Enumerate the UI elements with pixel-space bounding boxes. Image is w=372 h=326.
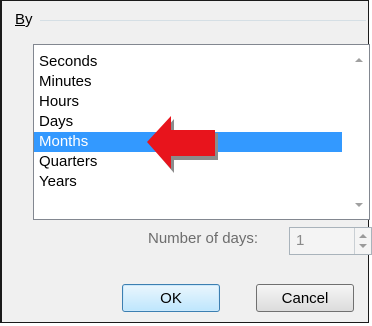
cancel-button[interactable]: Cancel: [256, 284, 354, 312]
group-title-accelerator: B: [15, 11, 26, 28]
group-title-by: By: [15, 11, 33, 28]
list-item-minutes[interactable]: Minutes: [34, 72, 342, 92]
list-item-hours[interactable]: Hours: [34, 92, 342, 112]
spin-down-arrow-icon[interactable]: [359, 244, 367, 248]
spin-up-arrow-icon[interactable]: [359, 234, 367, 238]
vertical-scrollbar[interactable]: [350, 45, 369, 219]
ok-button[interactable]: OK: [122, 284, 220, 312]
spinner-buttons[interactable]: [354, 228, 371, 254]
list-item-years[interactable]: Years: [34, 172, 342, 192]
list-item-seconds[interactable]: Seconds: [34, 52, 342, 72]
number-of-days-spinner[interactable]: 1: [289, 227, 372, 255]
dialog: By Seconds Minutes Hours Days Months Qua…: [0, 0, 372, 323]
scroll-down-arrow-icon[interactable]: [355, 203, 363, 207]
group-divider: [40, 20, 366, 21]
number-of-days-value[interactable]: 1: [296, 232, 304, 249]
scroll-up-arrow-icon[interactable]: [355, 58, 363, 62]
group-title-rest: y: [25, 11, 33, 28]
red-arrow-icon: [147, 116, 218, 173]
number-of-days-label: Number of days:: [148, 230, 259, 247]
